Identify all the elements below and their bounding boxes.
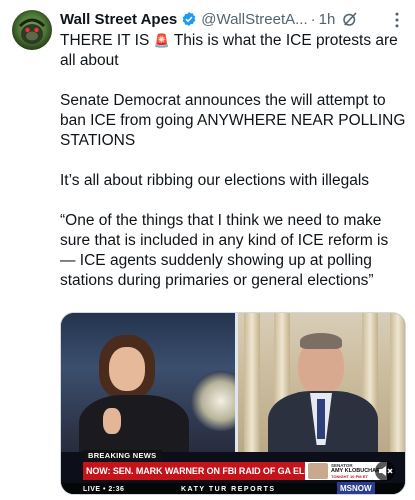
- senator-hair: [300, 333, 342, 349]
- avatar[interactable]: [12, 10, 52, 50]
- tweet-paragraph: Senate Democrat announces the will attem…: [60, 92, 406, 149]
- video-player[interactable]: BREAKING NEWS NOW: SEN. MARK WARNER ON F…: [60, 312, 406, 495]
- tweet-timestamp[interactable]: 1h: [319, 11, 336, 28]
- network-logo: MSNOW: [337, 482, 375, 494]
- anchor-hand: [103, 408, 121, 434]
- senator-panel: [238, 313, 405, 463]
- tweet-header: Wall Street Apes @WallStreetA... · 1h: [60, 8, 407, 30]
- promo-face: [308, 463, 328, 479]
- tweet-paragraph-lead: THERE IT IS: [60, 32, 150, 49]
- show-title: KATY TUR REPORTS: [181, 486, 276, 493]
- tweet-paragraph: “One of the things that I think we need …: [60, 212, 389, 289]
- column: [390, 313, 405, 463]
- ape-avatar-icon: [18, 18, 46, 44]
- verified-badge-icon: [182, 12, 196, 26]
- tweet-text: THERE IT IS 🚨 This is what the ICE prote…: [60, 31, 406, 311]
- grok-icon[interactable]: [341, 10, 359, 28]
- headline-chyron: NOW: SEN. MARK WARNER ON FBI RAID OF GA …: [83, 462, 308, 480]
- author-handle[interactable]: @WallStreetA...: [201, 11, 307, 28]
- siren-icon: 🚨: [153, 33, 170, 48]
- more-options-icon[interactable]: [387, 10, 407, 30]
- tweet-paragraph: THERE IT IS 🚨 This is what the ICE prote…: [60, 31, 406, 71]
- senator-tie: [317, 399, 325, 439]
- author-name[interactable]: Wall Street Apes: [60, 11, 177, 28]
- column: [244, 313, 260, 463]
- tweet-paragraph: It’s all about ribbing our elections wit…: [60, 172, 370, 189]
- promo-line-3: TONIGHT 10 PM ET: [331, 474, 368, 479]
- anchor-face: [109, 347, 145, 391]
- mute-button[interactable]: [375, 461, 395, 481]
- separator-dot: ·: [310, 10, 316, 28]
- live-label: LIVE • 2:36: [83, 486, 125, 493]
- mute-icon: [379, 466, 393, 476]
- breaking-news-label: BREAKING NEWS: [83, 450, 162, 461]
